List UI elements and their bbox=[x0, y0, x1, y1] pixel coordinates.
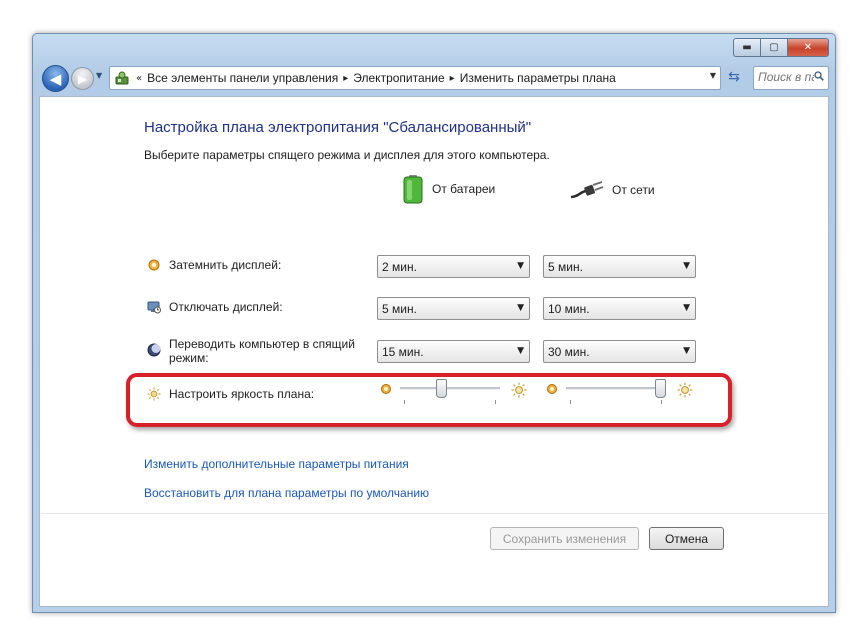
sleep-label-line2: режим: bbox=[169, 351, 209, 365]
sleep-row: Переводить компьютер в спящий режим: bbox=[147, 337, 355, 365]
search-input[interactable] bbox=[754, 67, 814, 87]
sleep-label: Переводить компьютер в спящий режим: bbox=[169, 337, 355, 365]
brightness-low-icon bbox=[381, 384, 391, 394]
battery-column-label: От батареи bbox=[432, 182, 496, 196]
forward-arrow-icon[interactable]: ▶ bbox=[71, 67, 94, 90]
cancel-button[interactable]: Отмена bbox=[649, 527, 724, 550]
breadcrumb-power-options[interactable]: Электропитание bbox=[353, 71, 444, 85]
slider-tick bbox=[495, 400, 496, 404]
turn-off-display-plugged-select[interactable]: 10 мин. ▼ bbox=[543, 297, 696, 320]
search-icon[interactable] bbox=[814, 71, 824, 81]
slider-tick bbox=[661, 400, 662, 404]
selected-value: 30 мин. bbox=[548, 344, 590, 359]
restore-defaults-link[interactable]: Восстановить для плана параметры по умол… bbox=[144, 486, 429, 500]
page-title: Настройка плана электропитания "Сбаланси… bbox=[144, 119, 532, 136]
window-controls: ▬ ▢ ✕ bbox=[733, 38, 829, 57]
brightness-sun-icon bbox=[147, 387, 161, 401]
search-box[interactable] bbox=[753, 66, 829, 90]
chevron-down-icon: ▼ bbox=[517, 303, 524, 313]
slider-track bbox=[566, 387, 666, 390]
battery-column-header: От батареи bbox=[402, 174, 495, 204]
brightness-row: Настроить яркость плана: bbox=[147, 387, 314, 401]
chevron-down-icon[interactable]: ▼ bbox=[710, 71, 716, 80]
maximize-button[interactable]: ▢ bbox=[761, 38, 788, 57]
advanced-power-settings-link[interactable]: Изменить дополнительные параметры питани… bbox=[144, 457, 409, 471]
turn-off-display-label: Отключать дисплей: bbox=[169, 300, 283, 314]
turn-off-display-battery-select[interactable]: 5 мин. ▼ bbox=[377, 297, 530, 320]
back-arrow-icon[interactable]: ◀ bbox=[42, 65, 69, 92]
divider bbox=[41, 513, 827, 514]
battery-icon bbox=[403, 175, 423, 204]
selected-value: 10 мин. bbox=[548, 301, 590, 316]
breadcrumb-overflow[interactable]: « bbox=[136, 73, 142, 84]
plugged-column-header: От сети bbox=[570, 180, 655, 200]
page-subtitle: Выберите параметры спящего режима и дисп… bbox=[144, 148, 550, 162]
sleep-moon-icon bbox=[147, 343, 161, 357]
chevron-down-icon: ▼ bbox=[683, 261, 690, 271]
minimize-button[interactable]: ▬ bbox=[733, 38, 761, 57]
navigation-bar: ◀ ▶ ▼ « Все элементы панели управления ▸… bbox=[39, 62, 829, 94]
brightness-battery-slider[interactable] bbox=[400, 379, 500, 404]
slider-thumb[interactable] bbox=[436, 379, 447, 398]
chevron-down-icon: ▼ bbox=[683, 303, 690, 313]
chevron-right-icon[interactable]: ▸ bbox=[343, 73, 348, 84]
chevron-down-icon: ▼ bbox=[683, 346, 690, 356]
slider-tick bbox=[404, 400, 405, 404]
slider-track bbox=[400, 387, 500, 390]
plugged-column-label: От сети bbox=[612, 183, 655, 197]
dim-display-icon bbox=[148, 259, 160, 271]
dim-display-battery-select[interactable]: 2 мин. ▼ bbox=[377, 255, 530, 278]
sleep-battery-select[interactable]: 15 мин. ▼ bbox=[377, 340, 530, 363]
brightness-high-icon bbox=[677, 382, 693, 398]
dim-display-row: Затемнить дисплей: bbox=[147, 258, 281, 272]
breadcrumb-edit-plan[interactable]: Изменить параметры плана bbox=[460, 71, 616, 85]
selected-value: 15 мин. bbox=[382, 344, 424, 359]
breadcrumb-all-items[interactable]: Все элементы панели управления bbox=[147, 71, 338, 85]
save-changes-button[interactable]: Сохранить изменения bbox=[490, 527, 639, 550]
control-panel-window: ▬ ▢ ✕ ◀ ▶ ▼ « Все элементы панели управл… bbox=[32, 33, 836, 613]
close-button[interactable]: ✕ bbox=[788, 38, 829, 57]
slider-tick bbox=[570, 400, 571, 404]
chevron-down-icon: ▼ bbox=[517, 261, 524, 271]
dim-display-label: Затемнить дисплей: bbox=[169, 258, 282, 272]
sleep-plugged-select[interactable]: 30 мин. ▼ bbox=[543, 340, 696, 363]
selected-value: 5 мин. bbox=[382, 301, 417, 316]
brightness-plugged-slider[interactable] bbox=[566, 379, 666, 404]
power-plug-icon bbox=[570, 181, 604, 199]
display-off-icon bbox=[147, 301, 161, 314]
brightness-low-icon bbox=[547, 384, 557, 394]
chevron-right-icon[interactable]: ▸ bbox=[450, 73, 455, 84]
main-content: Настройка плана электропитания "Сбаланси… bbox=[39, 96, 829, 607]
control-panel-icon bbox=[113, 69, 131, 87]
selected-value: 2 мин. bbox=[382, 259, 417, 274]
recent-pages-dropdown[interactable]: ▼ bbox=[96, 71, 102, 80]
address-bar[interactable]: « Все элементы панели управления ▸ Элект… bbox=[109, 66, 721, 90]
brightness-high-icon bbox=[511, 382, 527, 398]
brightness-label: Настроить яркость плана: bbox=[169, 387, 315, 401]
chevron-down-icon: ▼ bbox=[517, 346, 524, 356]
turn-off-display-row: Отключать дисплей: bbox=[147, 300, 283, 314]
selected-value: 5 мин. bbox=[548, 259, 583, 274]
dim-display-plugged-select[interactable]: 5 мин. ▼ bbox=[543, 255, 696, 278]
refresh-icon[interactable]: ⇆ bbox=[723, 67, 745, 88]
sleep-label-line1: Переводить компьютер в спящий bbox=[169, 337, 355, 351]
slider-thumb[interactable] bbox=[655, 379, 666, 398]
